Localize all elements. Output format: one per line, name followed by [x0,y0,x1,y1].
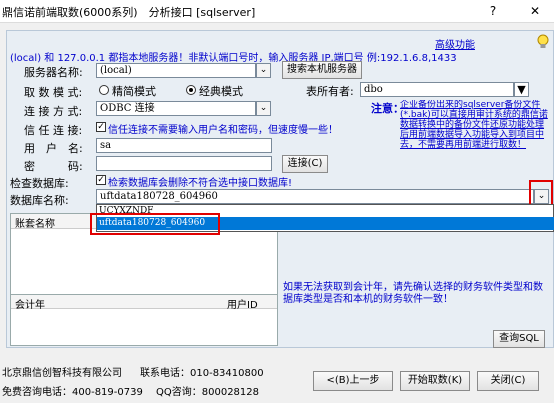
window-title: 鼎信诺前端取数(6000系列) 分析接口 [sqlserver] [2,6,256,19]
year-table-header: 会计年 用户ID [11,295,277,311]
password-input[interactable] [96,156,272,171]
prev-step-button[interactable]: <(B)上一步 [313,371,393,391]
contact-phone: 联系电话：010-83410800 [140,368,264,379]
note-body: 企业备份出来的sqlserver备份文件(*.bak)可以直接用审计系统的鼎信诺… [400,100,548,150]
password-label: 密 码: [24,160,83,173]
conn-dropdown-icon[interactable]: ⌄ [256,101,271,116]
mode-label: 取 数 模 式: [24,86,83,99]
lightbulb-icon [537,34,549,48]
start-fetch-button[interactable]: 开始取数(K) [400,371,470,391]
owner-label: 表所有者: [306,85,354,98]
close-button[interactable]: 关闭(C) [477,371,539,391]
owner-combobox[interactable]: dbo [360,82,514,97]
mode-simple-label: 精简模式 [112,85,156,98]
connect-button[interactable]: 连接(C) [282,155,328,173]
user-label: 用 户 名: [24,142,83,155]
trust-checkbox[interactable]: ✓ [96,122,106,132]
dbname-combobox[interactable]: uftdata180728_604960 [96,189,534,204]
dbname-label: 数据库名称: [10,194,69,207]
owner-dropdown-icon[interactable]: ▼ [514,82,529,97]
search-server-button[interactable]: 搜索本机服务器 [282,61,362,79]
server-combobox[interactable]: (local) [96,63,256,78]
trust-checkbox-label: 信任连接不需要输入用户名和密码，但速度慢一些！ [108,125,338,136]
year-table[interactable]: 会计年 用户ID [10,294,278,346]
hotline: 免费咨询电话：400-819-0739 [2,387,143,398]
server-label: 服务器名称: [24,66,83,79]
year-warning: 如果无法获取到会计年，请先确认选择的财务软件类型和数据库类型是否和本机的财务软件… [283,282,543,305]
userid-header-cell: 用户ID [227,300,258,311]
title-bar: 鼎信诺前端取数(6000系列) 分析接口 [sqlserver] ? ✕ [0,0,554,23]
server-dropdown-icon[interactable]: ⌄ [256,63,271,78]
mode-simple-radio[interactable] [99,85,109,95]
server-hint: (local) 和 127.0.0.1 都指本地服务器！非默认端口号时，输入服务… [10,53,457,64]
qq-contact: QQ咨询：800028128 [156,387,260,398]
user-input[interactable]: sa [96,138,272,153]
year-header-cell: 会计年 [15,300,45,311]
company-name: 北京鼎信创智科技有限公司 [2,368,122,379]
trust-label: 信 任 连 接: [24,124,83,137]
close-window-button[interactable]: ✕ [524,2,546,20]
conn-label: 连 接 方 式: [24,105,83,118]
query-sql-button[interactable]: 查询SQL [493,330,545,348]
account-header-cell: 账套名称 [15,219,55,230]
annotation-red-box-item [90,213,220,235]
mode-classic-radio[interactable] [186,85,196,95]
checkdb-checkbox-label: 检索数据库会删除不符合选中接口数据库! [108,178,293,189]
checkdb-label: 检查数据库: [10,177,69,190]
checkdb-checkbox[interactable]: ✓ [96,175,106,185]
help-button[interactable]: ? [482,2,504,20]
conn-combobox[interactable]: ODBC 连接 [96,101,256,116]
mode-classic-label: 经典模式 [199,85,243,98]
